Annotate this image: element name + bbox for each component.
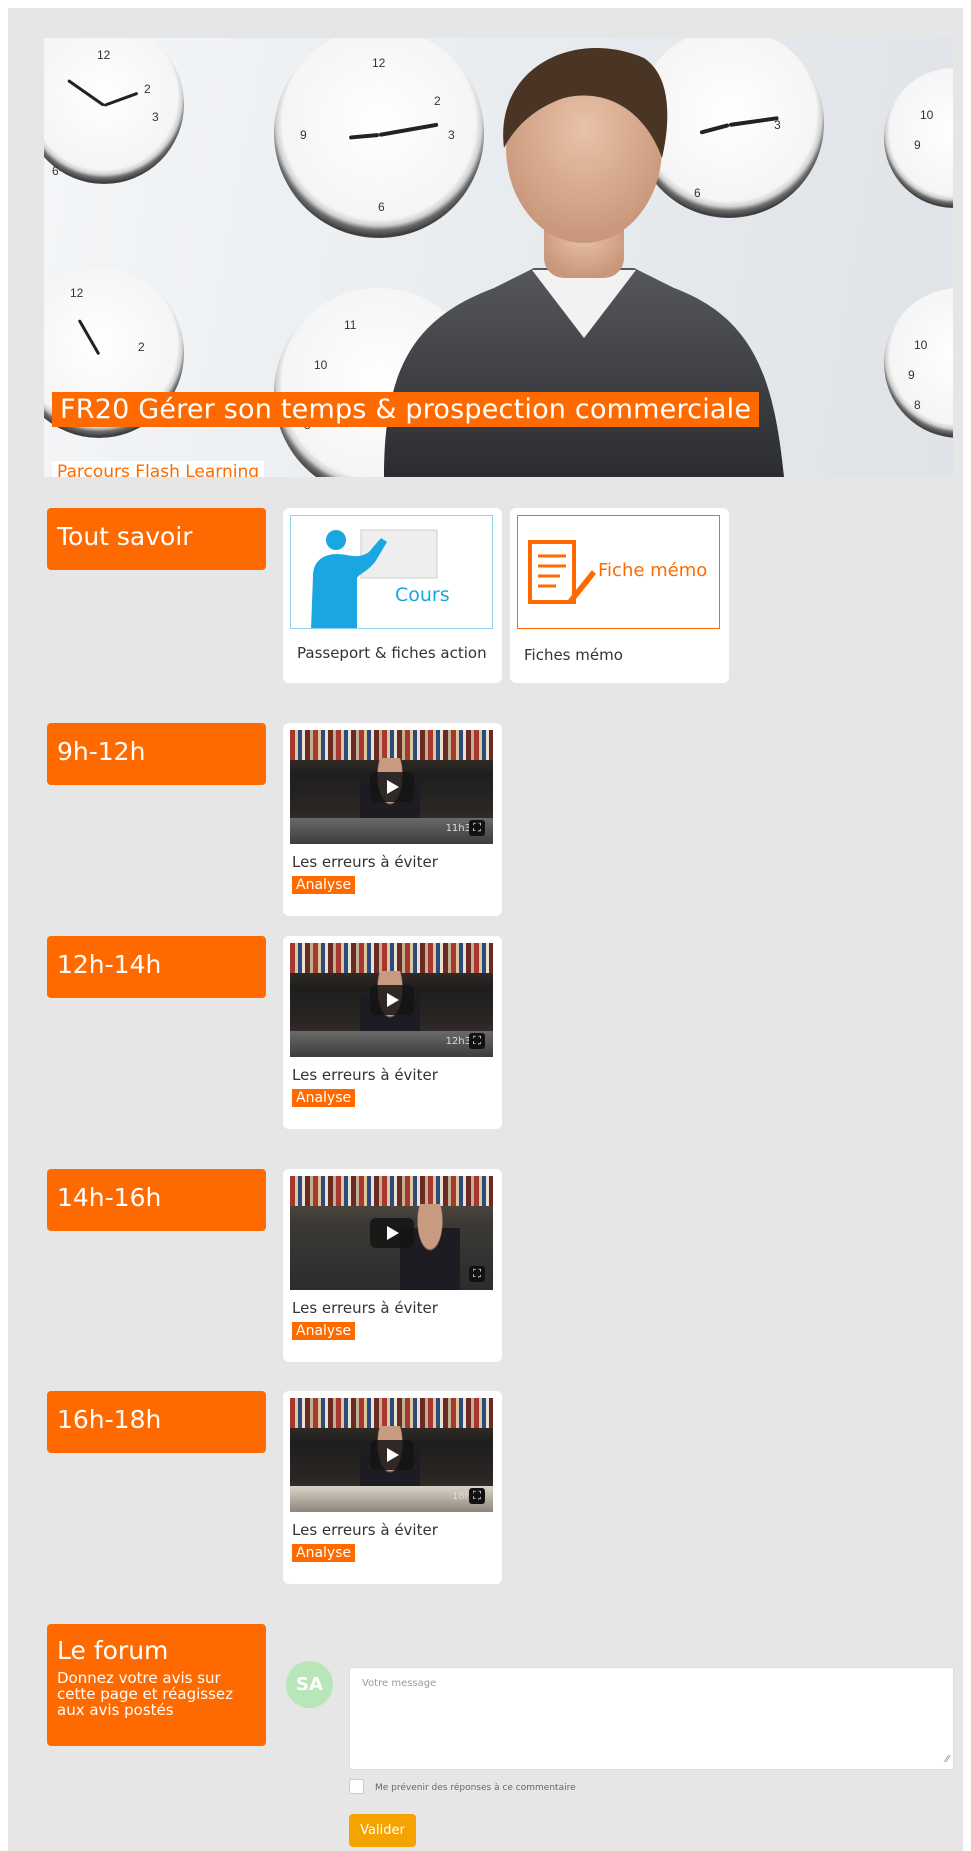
video-thumbnail[interactable]: ⛶ — [290, 1176, 493, 1290]
fullscreen-icon[interactable]: ⛶ — [469, 1488, 485, 1504]
category-tag: Analyse — [292, 876, 356, 894]
video-card[interactable]: 12h3 ⛶ Les erreurs à éviter Analyse — [283, 936, 502, 1129]
clock-illustration: 10 9 8 — [884, 288, 953, 438]
video-thumbnail[interactable]: 18h ⛶ — [290, 1398, 493, 1512]
category-tag: Analyse — [292, 1544, 356, 1562]
video-title[interactable]: Les erreurs à éviter — [292, 1521, 438, 1539]
play-icon[interactable] — [370, 1440, 414, 1470]
section-label-14h-16h: 14h-16h — [47, 1169, 266, 1231]
avatar: SA — [286, 1661, 333, 1708]
cours-label: Cours — [395, 584, 450, 606]
section-title: Tout savoir — [57, 522, 193, 551]
video-duration: 12h3 — [445, 1036, 471, 1047]
message-textarea[interactable]: Votre message ⁄⁄ — [349, 1667, 954, 1770]
section-label-9h-12h: 9h-12h — [47, 723, 266, 785]
notify-checkbox[interactable] — [349, 1779, 364, 1794]
section-label-tout-savoir: Tout savoir — [47, 508, 266, 570]
video-title[interactable]: Les erreurs à éviter — [292, 1299, 438, 1317]
section-label-forum: Le forum Donnez votre avis sur cette pag… — [47, 1624, 266, 1746]
page-background: 12236 122396 36 109 122 10118 1098 — [8, 8, 963, 1851]
video-card[interactable]: 18h ⛶ Les erreurs à éviter Analyse — [283, 1391, 502, 1584]
cours-thumbnail[interactable]: Cours — [290, 515, 493, 629]
forum-description: Donnez votre avis sur cette page et réag… — [57, 1669, 234, 1719]
section-title: 9h-12h — [57, 737, 146, 766]
hero-banner: 12236 122396 36 109 122 10118 1098 — [44, 38, 953, 477]
resource-card-fiche-memo[interactable]: Fiche mémo Fiches mémo — [510, 508, 729, 683]
notify-label[interactable]: Me prévenir des réponses à ce commentair… — [375, 1783, 576, 1793]
fullscreen-icon[interactable]: ⛶ — [469, 1033, 485, 1049]
category-tag: Analyse — [292, 1089, 356, 1107]
section-title: 12h-14h — [57, 950, 162, 979]
fiche-memo-label: Fiche mémo — [598, 560, 708, 581]
video-thumbnail[interactable]: 12h3 ⛶ — [290, 943, 493, 1057]
section-label-16h-18h: 16h-18h — [47, 1391, 266, 1453]
resize-grip-icon[interactable]: ⁄⁄ — [946, 1754, 949, 1765]
teacher-icon — [311, 529, 438, 628]
clock-illustration: 12 2 3 6 — [44, 38, 184, 184]
video-thumbnail[interactable]: 11h3 ⛶ — [290, 730, 493, 844]
section-title: 14h-16h — [57, 1183, 162, 1212]
fullscreen-icon[interactable]: ⛶ — [469, 820, 485, 836]
video-title[interactable]: Les erreurs à éviter — [292, 1066, 438, 1084]
video-card[interactable]: 11h3 ⛶ Les erreurs à éviter Analyse — [283, 723, 502, 916]
section-label-12h-14h: 12h-14h — [47, 936, 266, 998]
play-icon[interactable] — [370, 1218, 414, 1248]
video-title[interactable]: Les erreurs à éviter — [292, 853, 438, 871]
submit-button[interactable]: Valider — [349, 1814, 416, 1847]
play-icon[interactable] — [370, 772, 414, 802]
category-tag: Analyse — [292, 1322, 356, 1340]
card-title[interactable]: Fiches mémo — [524, 646, 623, 664]
clock-illustration: 10 9 — [884, 68, 953, 208]
course-subtitle: Parcours Flash Learning — [52, 461, 265, 477]
video-duration: 11h3 — [445, 823, 471, 834]
resource-card-cours[interactable]: Cours Passeport & fiches action — [283, 508, 502, 683]
fiche-memo-thumbnail[interactable]: Fiche mémo — [517, 515, 720, 629]
video-card[interactable]: ⛶ Les erreurs à éviter Analyse — [283, 1169, 502, 1362]
card-title[interactable]: Passeport & fiches action — [297, 644, 487, 662]
message-placeholder: Votre message — [362, 1678, 437, 1689]
course-title: FR20 Gérer son temps & prospection comme… — [52, 392, 760, 427]
section-title: 16h-18h — [57, 1405, 162, 1434]
fullscreen-icon[interactable]: ⛶ — [469, 1266, 485, 1282]
forum-title: Le forum — [57, 1636, 169, 1665]
play-icon[interactable] — [370, 985, 414, 1015]
